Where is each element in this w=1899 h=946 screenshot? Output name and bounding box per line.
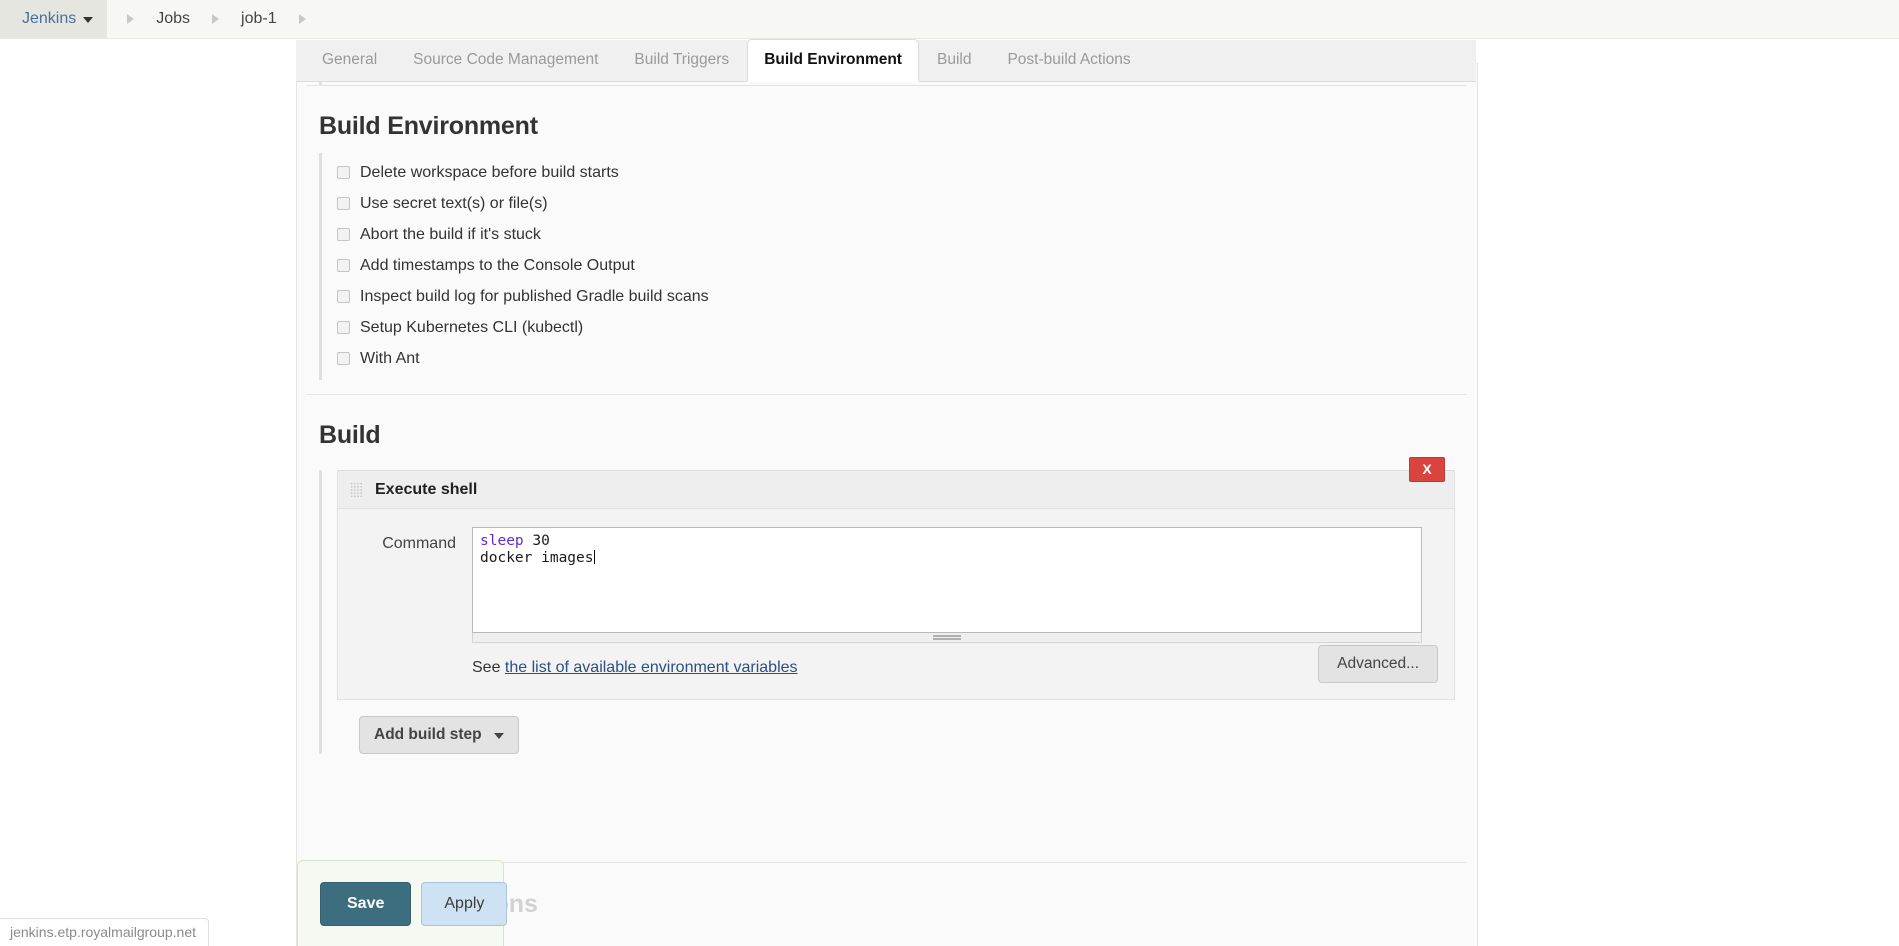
option-row-add-timestamps[interactable]: Add timestamps to the Console Output [322,250,1477,281]
option-label: Delete workspace before build starts [360,163,619,181]
section-build: Build X ? Execute shell Command sleep 30… [297,395,1477,754]
build-step-title: Execute shell [375,480,478,498]
breadcrumb-separator-icon [298,14,306,24]
environment-variables-note: See the list of available environment va… [472,659,1434,677]
command-textarea[interactable]: sleep 30 docker images [472,527,1422,633]
command-line-1-rest: 30 [523,533,550,549]
checkbox-setup-kubectl[interactable] [337,321,350,334]
text-cursor [593,550,595,564]
page-title-build-environment: Build Environment [319,112,538,140]
build-step-execute-shell: X ? Execute shell Command sleep 30 docke… [337,457,1455,700]
config-form-content: Build Environment Delete workspace befor… [296,63,1478,946]
option-row-abort-if-stuck[interactable]: Abort the build if it's stuck [322,219,1477,250]
drag-handle-icon[interactable] [350,482,363,497]
add-build-step-label: Add build step [374,726,482,743]
build-step-header: Execute shell [338,471,1454,509]
env-note-prefix: See [472,659,505,676]
save-button[interactable]: Save [320,881,412,926]
advanced-button[interactable]: Advanced... [1318,645,1438,683]
chevron-down-icon[interactable] [83,16,94,23]
tab-post-build-actions[interactable]: Post-build Actions [989,40,1148,81]
delete-build-step-button[interactable]: X [1409,457,1445,482]
config-tab-bar: General Source Code Management Build Tri… [296,39,1476,82]
breadcrumb-separator-icon [127,14,135,24]
command-editor-wrap: sleep 30 docker images [472,527,1422,643]
breadcrumb-bar: Jenkins Jobs job-1 [0,0,1899,39]
textarea-resize-handle[interactable] [472,633,1422,643]
add-build-step-button[interactable]: Add build step [359,716,519,754]
tab-source-code-management[interactable]: Source Code Management [395,40,616,81]
breadcrumb-root-jenkins[interactable]: Jenkins [0,0,108,38]
option-label: Use secret text(s) or file(s) [360,194,548,212]
breadcrumb-item-job-1[interactable]: job-1 [239,10,279,28]
breadcrumb-separator-icon [212,14,220,24]
option-label: Add timestamps to the Console Output [360,256,635,274]
option-row-delete-workspace[interactable]: Delete workspace before build starts [322,157,1477,188]
apply-button[interactable]: Apply [421,881,508,926]
command-field-row: Command sleep 30 docker images [358,527,1434,643]
breadcrumb-root-label: Jenkins [22,9,77,27]
option-row-inspect-gradle-scans[interactable]: Inspect build log for published Gradle b… [322,281,1477,312]
checkbox-with-ant[interactable] [337,352,350,365]
build-environment-options: Delete workspace before build starts Use… [319,153,1477,380]
build-step-body: Command sleep 30 docker images See the l… [338,509,1454,699]
checkbox-add-timestamps[interactable] [337,259,350,272]
command-token-sleep: sleep [480,533,524,549]
save-apply-bar: Save Apply [297,860,508,946]
option-label: Setup Kubernetes CLI (kubectl) [360,318,584,336]
checkbox-abort-if-stuck[interactable] [337,228,350,241]
command-line-2: docker images [480,550,594,566]
section-build-environment: Build Environment Delete workspace befor… [297,86,1477,380]
checkbox-delete-workspace[interactable] [337,166,350,179]
status-bar-link-target: jenkins.etp.royalmailgroup.net [0,918,209,946]
command-field-label: Command [382,535,456,552]
build-steps-container: X ? Execute shell Command sleep 30 docke… [319,457,1455,754]
option-label: Inspect build log for published Gradle b… [360,287,709,305]
option-label: Abort the build if it's stuck [360,225,541,243]
checkbox-use-secret-texts[interactable] [337,197,350,210]
page-title-build: Build [319,421,381,449]
checkbox-inspect-gradle-scans[interactable] [337,290,350,303]
environment-variables-link[interactable]: the list of available environment variab… [505,659,798,676]
option-label: With Ant [360,349,420,367]
tab-general[interactable]: General [304,40,395,81]
chevron-down-icon [493,733,504,739]
tab-build-triggers[interactable]: Build Triggers [616,40,747,81]
tab-build[interactable]: Build [919,40,989,81]
option-row-use-secret-texts[interactable]: Use secret text(s) or file(s) ? [322,188,1477,219]
option-row-setup-kubectl[interactable]: Setup Kubernetes CLI (kubectl) ? [322,312,1477,343]
option-row-with-ant[interactable]: With Ant ? [322,343,1477,374]
tab-build-environment[interactable]: Build Environment [747,39,919,82]
breadcrumb-item-jobs[interactable]: Jobs [154,10,192,28]
